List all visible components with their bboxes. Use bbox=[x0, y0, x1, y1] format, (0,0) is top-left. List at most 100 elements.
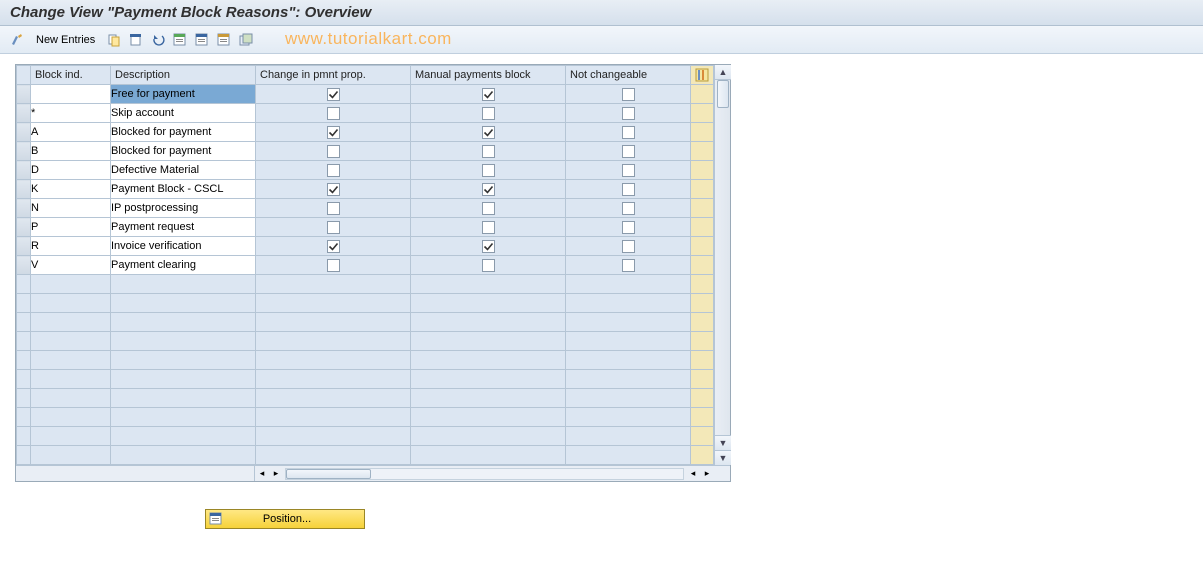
description-cell[interactable]: Payment clearing bbox=[111, 256, 256, 275]
change-prop-checkbox[interactable] bbox=[256, 199, 411, 218]
row-selector[interactable] bbox=[17, 123, 31, 142]
block-ind-cell[interactable] bbox=[31, 85, 111, 104]
row-selector[interactable] bbox=[17, 389, 31, 408]
not-changeable-checkbox[interactable] bbox=[566, 161, 691, 180]
row-selector[interactable] bbox=[17, 104, 31, 123]
row-selector[interactable] bbox=[17, 218, 31, 237]
vertical-scrollbar[interactable]: ▲ ▼ ▼ bbox=[714, 65, 730, 465]
row-selector[interactable] bbox=[17, 313, 31, 332]
manual-block-checkbox[interactable] bbox=[411, 237, 566, 256]
not-changeable-checkbox[interactable] bbox=[566, 85, 691, 104]
description-cell[interactable]: Blocked for payment bbox=[111, 123, 256, 142]
not-changeable-checkbox[interactable] bbox=[566, 104, 691, 123]
horizontal-scrollbar[interactable]: ◂ ▸ ◂ ▸ bbox=[16, 465, 730, 481]
row-selector[interactable] bbox=[17, 408, 31, 427]
description-cell[interactable]: Skip account bbox=[111, 104, 256, 123]
configuration-icon[interactable] bbox=[237, 31, 255, 49]
change-prop-checkbox[interactable] bbox=[256, 180, 411, 199]
row-selector[interactable] bbox=[17, 161, 31, 180]
not-changeable-checkbox[interactable] bbox=[566, 237, 691, 256]
new-entries-button[interactable]: New Entries bbox=[30, 34, 101, 46]
not-changeable-checkbox[interactable] bbox=[566, 142, 691, 161]
delete-icon[interactable] bbox=[127, 31, 145, 49]
manual-block-checkbox[interactable] bbox=[411, 161, 566, 180]
block-ind-cell[interactable]: D bbox=[31, 161, 111, 180]
description-cell[interactable]: IP postprocessing bbox=[111, 199, 256, 218]
column-not-changeable[interactable]: Not changeable bbox=[566, 66, 691, 85]
row-selector[interactable] bbox=[17, 256, 31, 275]
column-manual-block[interactable]: Manual payments block bbox=[411, 66, 566, 85]
block-ind-cell[interactable]: K bbox=[31, 180, 111, 199]
manual-block-checkbox[interactable] bbox=[411, 180, 566, 199]
description-cell[interactable]: Invoice verification bbox=[111, 237, 256, 256]
block-ind-cell[interactable]: V bbox=[31, 256, 111, 275]
change-prop-checkbox[interactable] bbox=[256, 142, 411, 161]
change-prop-checkbox[interactable] bbox=[256, 256, 411, 275]
manual-block-checkbox[interactable] bbox=[411, 199, 566, 218]
row-selector[interactable] bbox=[17, 275, 31, 294]
column-change-prop[interactable]: Change in pmnt prop. bbox=[256, 66, 411, 85]
manual-block-checkbox[interactable] bbox=[411, 256, 566, 275]
row-selector[interactable] bbox=[17, 237, 31, 256]
block-ind-cell[interactable]: R bbox=[31, 237, 111, 256]
scroll-down-icon[interactable]: ▼ bbox=[715, 435, 731, 450]
not-changeable-checkbox[interactable] bbox=[566, 256, 691, 275]
description-cell[interactable]: Free for payment bbox=[111, 85, 256, 104]
scroll-left-icon[interactable]: ▸ bbox=[269, 467, 283, 481]
row-selector[interactable] bbox=[17, 85, 31, 104]
scroll-end-icon[interactable]: ▼ bbox=[715, 450, 731, 465]
h-scroll-track[interactable] bbox=[285, 468, 684, 480]
row-selector[interactable] bbox=[17, 446, 31, 465]
not-changeable-checkbox[interactable] bbox=[566, 180, 691, 199]
change-prop-checkbox[interactable] bbox=[256, 123, 411, 142]
change-prop-checkbox[interactable] bbox=[256, 104, 411, 123]
scroll-right-end-icon[interactable]: ▸ bbox=[700, 467, 714, 481]
position-button[interactable]: Position... bbox=[205, 509, 365, 529]
table-settings-icon[interactable] bbox=[691, 66, 714, 85]
manual-block-checkbox[interactable] bbox=[411, 142, 566, 161]
row-selector[interactable] bbox=[17, 199, 31, 218]
copy-as-icon[interactable] bbox=[105, 31, 123, 49]
change-prop-checkbox[interactable] bbox=[256, 237, 411, 256]
select-block-icon[interactable] bbox=[193, 31, 211, 49]
change-prop-checkbox[interactable] bbox=[256, 85, 411, 104]
description-cell[interactable]: Blocked for payment bbox=[111, 142, 256, 161]
undo-change-icon[interactable] bbox=[149, 31, 167, 49]
row-selector[interactable] bbox=[17, 180, 31, 199]
description-cell[interactable]: Payment Block - CSCL bbox=[111, 180, 256, 199]
column-block-ind[interactable]: Block ind. bbox=[31, 66, 111, 85]
manual-block-checkbox[interactable] bbox=[411, 123, 566, 142]
scroll-right-icon[interactable]: ◂ bbox=[686, 467, 700, 481]
block-ind-cell[interactable]: * bbox=[31, 104, 111, 123]
scroll-thumb[interactable] bbox=[717, 80, 729, 108]
row-selector[interactable] bbox=[17, 427, 31, 446]
scroll-left-start-icon[interactable]: ◂ bbox=[255, 467, 269, 481]
h-scroll-thumb[interactable] bbox=[286, 469, 371, 479]
block-ind-cell[interactable]: B bbox=[31, 142, 111, 161]
deselect-all-icon[interactable] bbox=[215, 31, 233, 49]
manual-block-checkbox[interactable] bbox=[411, 218, 566, 237]
description-cell[interactable]: Defective Material bbox=[111, 161, 256, 180]
not-changeable-checkbox[interactable] bbox=[566, 218, 691, 237]
table-row: NIP postprocessing bbox=[17, 199, 714, 218]
column-description[interactable]: Description bbox=[111, 66, 256, 85]
change-prop-checkbox[interactable] bbox=[256, 161, 411, 180]
manual-block-checkbox[interactable] bbox=[411, 85, 566, 104]
change-prop-checkbox[interactable] bbox=[256, 218, 411, 237]
toggle-display-icon[interactable] bbox=[8, 31, 26, 49]
table-row: *Skip account bbox=[17, 104, 714, 123]
block-ind-cell[interactable]: N bbox=[31, 199, 111, 218]
select-all-icon[interactable] bbox=[171, 31, 189, 49]
row-selector[interactable] bbox=[17, 351, 31, 370]
row-selector[interactable] bbox=[17, 332, 31, 351]
row-selector[interactable] bbox=[17, 142, 31, 161]
block-ind-cell[interactable]: P bbox=[31, 218, 111, 237]
manual-block-checkbox[interactable] bbox=[411, 104, 566, 123]
not-changeable-checkbox[interactable] bbox=[566, 123, 691, 142]
block-ind-cell[interactable]: A bbox=[31, 123, 111, 142]
scroll-up-icon[interactable]: ▲ bbox=[715, 65, 731, 80]
row-selector[interactable] bbox=[17, 294, 31, 313]
not-changeable-checkbox[interactable] bbox=[566, 199, 691, 218]
description-cell[interactable]: Payment request bbox=[111, 218, 256, 237]
row-selector[interactable] bbox=[17, 370, 31, 389]
